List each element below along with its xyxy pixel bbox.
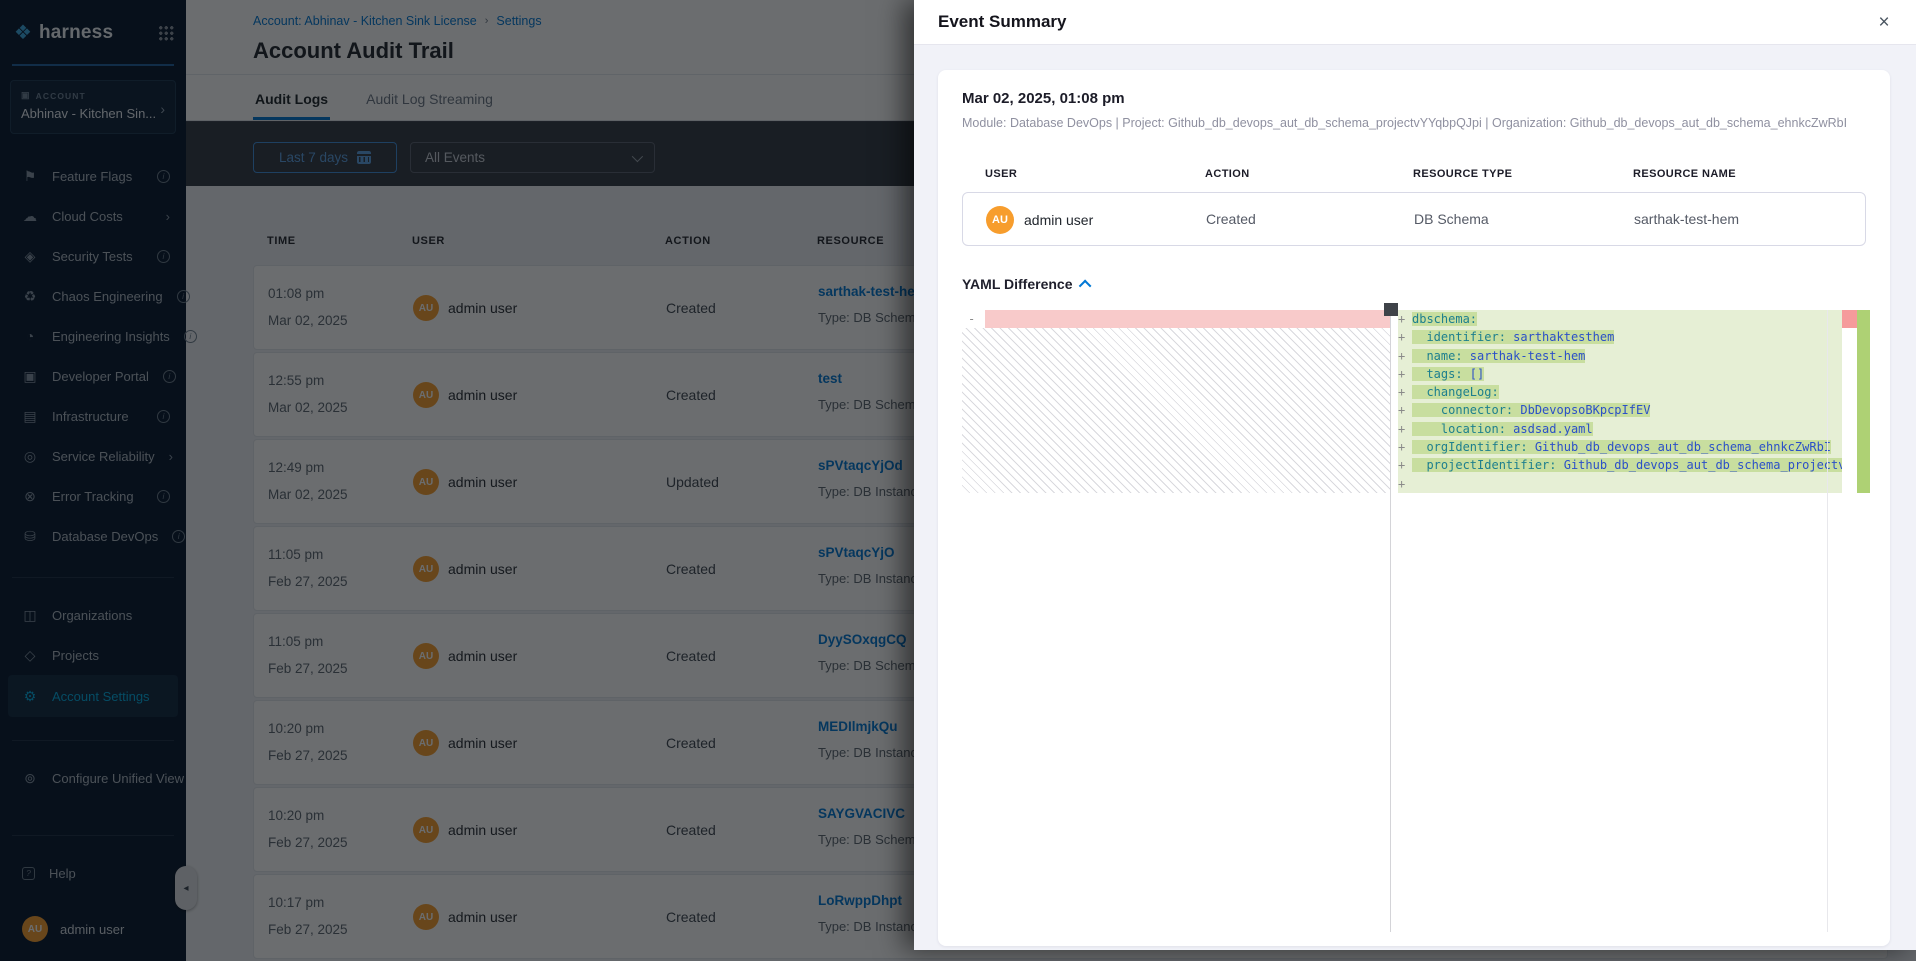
yaml-difference-label: YAML Difference	[962, 276, 1072, 292]
event-row: AU admin user Created DB Schema sarthak-…	[962, 192, 1866, 246]
diff-added-line: + name: sarthak-test-hem	[1398, 347, 1842, 365]
diff-added-line: + location: asdsad.yaml	[1398, 420, 1842, 438]
diff-added-marker: +	[1398, 347, 1405, 365]
column-header-action: ACTION	[1205, 168, 1250, 180]
event-user-name: admin user	[1024, 212, 1093, 228]
event-summary-drawer: Event Summary × Mar 02, 2025, 01:08 pm M…	[914, 0, 1916, 950]
diff-added-line: + projectIdentifier: Github_db_devops_au…	[1398, 456, 1842, 474]
diff-added-line: + changeLog:	[1398, 383, 1842, 401]
event-card: Mar 02, 2025, 01:08 pm Module: Database …	[938, 70, 1890, 946]
yaml-line: location: asdsad.yaml	[1412, 420, 1593, 438]
event-meta-line: Module: Database DevOps | Project: Githu…	[962, 116, 1866, 130]
diff-added-marker: +	[1398, 420, 1405, 438]
drawer-body: Mar 02, 2025, 01:08 pm Module: Database …	[914, 45, 1916, 950]
yaml-difference-toggle[interactable]: YAML Difference	[962, 276, 1091, 292]
yaml-line: connector: DbDevopsoBKpcpIfEV	[1412, 401, 1650, 419]
yaml-diff-editor: - +dbschema:+ identifier: sarthaktesthem…	[962, 310, 1870, 932]
overview-added-mark	[1857, 310, 1870, 493]
event-timestamp: Mar 02, 2025, 01:08 pm	[962, 90, 1125, 107]
diff-added-marker: +	[1398, 310, 1405, 328]
diff-added-marker: +	[1398, 328, 1405, 346]
diff-added-line: + identifier: sarthaktesthem	[1398, 328, 1842, 346]
diff-added-marker: +	[1398, 365, 1405, 383]
event-resource-type: DB Schema	[1414, 211, 1489, 227]
chevron-up-icon	[1079, 279, 1092, 292]
event-user: AU admin user	[986, 206, 1093, 234]
yaml-line: tags: []	[1412, 365, 1484, 383]
diff-added-line: + orgIdentifier: Github_db_devops_aut_db…	[1398, 438, 1842, 456]
diff-modified-pane: +dbschema:+ identifier: sarthaktesthem+ …	[1398, 310, 1842, 493]
overview-removed-mark	[1842, 310, 1857, 328]
diff-added-line: + connector: DbDevopsoBKpcpIfEV	[1398, 401, 1842, 419]
diff-added-line: +	[1398, 475, 1842, 493]
yaml-line: projectIdentifier: Github_db_devops_aut_…	[1412, 456, 1842, 474]
diff-added-marker: +	[1398, 438, 1405, 456]
drawer-header: Event Summary ×	[914, 0, 1916, 45]
yaml-line: dbschema:	[1412, 310, 1477, 328]
diff-sash[interactable]	[1390, 310, 1391, 932]
yaml-line: changeLog:	[1412, 383, 1499, 401]
diff-sash-handle[interactable]	[1384, 303, 1398, 316]
user-avatar: AU	[986, 206, 1014, 234]
diff-added-line: + dbschema:	[1398, 310, 1842, 328]
event-action: Created	[1206, 211, 1256, 227]
drawer-title: Event Summary	[938, 12, 1067, 32]
yaml-line: orgIdentifier: Github_db_devops_aut_db_s…	[1412, 438, 1831, 456]
yaml-line: name: sarthak-test-hem	[1412, 347, 1585, 365]
diff-empty-filler	[962, 328, 1390, 493]
diff-added-marker: +	[1398, 456, 1405, 474]
harness-app: ❖ harness ▣ ACCOUNT Abhinav - Kitchen Si…	[0, 0, 1916, 961]
yaml-line: identifier: sarthaktesthem	[1412, 328, 1614, 346]
diff-removed-marker: -	[968, 310, 975, 328]
column-header-resource-type: RESOURCE TYPE	[1413, 168, 1512, 180]
diff-added-marker: +	[1398, 475, 1405, 493]
minimap-border	[1827, 310, 1828, 932]
event-resource-name: sarthak-test-hem	[1634, 211, 1739, 227]
diff-added-marker: +	[1398, 401, 1405, 419]
column-header-user: USER	[985, 168, 1017, 180]
diff-original-pane: -	[962, 310, 1390, 493]
diff-removed-line	[985, 310, 1390, 328]
diff-added-line: + tags: []	[1398, 365, 1842, 383]
diff-added-marker: +	[1398, 383, 1405, 401]
close-icon[interactable]: ×	[1870, 9, 1898, 37]
column-header-resource-name: RESOURCE NAME	[1633, 168, 1736, 180]
